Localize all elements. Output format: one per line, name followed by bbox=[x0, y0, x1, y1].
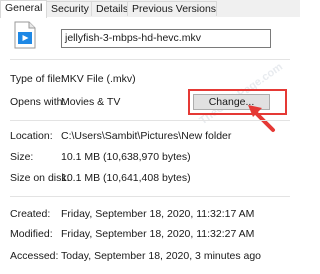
tab-previous-versions[interactable]: Previous Versions bbox=[127, 1, 217, 16]
accessed-label: Accessed: bbox=[10, 250, 59, 262]
video-file-icon bbox=[14, 21, 36, 49]
type-of-file-value: MKV File (.mkv) bbox=[61, 73, 136, 85]
accessed-value: Today, September 18, 2020, 3 minutes ago bbox=[61, 250, 262, 262]
opens-with-label: Opens with: bbox=[10, 96, 66, 108]
created-label: Created: bbox=[10, 208, 51, 220]
file-name-field[interactable]: jellyfish-3-mbps-hd-hevc.mkv bbox=[61, 29, 271, 48]
tab-bar: General Security Details Previous Versio… bbox=[0, 0, 300, 18]
size-label: Size: bbox=[10, 151, 34, 163]
divider bbox=[10, 120, 290, 121]
size-value: 10.1 MB (10,638,970 bytes) bbox=[61, 151, 191, 163]
tab-general[interactable]: General bbox=[0, 0, 47, 18]
created-value: Friday, September 18, 2020, 11:32:17 AM bbox=[61, 208, 255, 220]
modified-value: Friday, September 18, 2020, 11:32:27 AM bbox=[61, 228, 255, 240]
tab-details[interactable]: Details bbox=[91, 1, 128, 16]
change-button[interactable]: Change... bbox=[193, 94, 270, 110]
modified-label: Modified: bbox=[10, 228, 53, 240]
location-value: C:\Users\Sambit\Pictures\New folder bbox=[61, 130, 232, 142]
opens-with-value: Movies & TV bbox=[61, 96, 121, 108]
tab-security[interactable]: Security bbox=[46, 1, 92, 16]
divider bbox=[10, 59, 290, 60]
location-label: Location: bbox=[10, 130, 53, 142]
size-on-disk-value: 10.1 MB (10,641,408 bytes) bbox=[61, 172, 191, 184]
type-of-file-label: Type of file: bbox=[10, 73, 64, 85]
divider bbox=[10, 196, 290, 197]
